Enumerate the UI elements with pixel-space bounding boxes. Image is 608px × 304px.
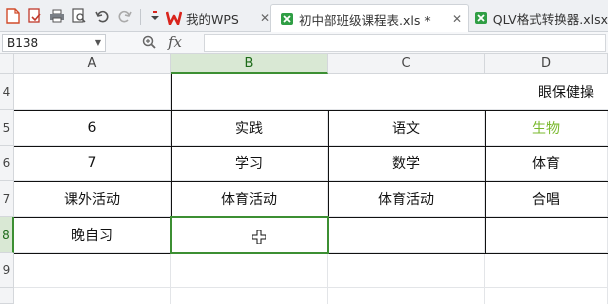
cell-d8[interactable] [485, 217, 608, 253]
convert-icon[interactable] [26, 7, 44, 25]
spreadsheet-file-icon [279, 11, 295, 27]
cell-c10[interactable] [328, 288, 485, 304]
column-header-b[interactable]: B [171, 54, 328, 74]
cell-b5[interactable]: 实践 [171, 110, 328, 146]
cell-d9[interactable] [485, 253, 608, 288]
select-all-corner[interactable] [0, 54, 14, 74]
column-header-a[interactable]: A [14, 54, 171, 74]
formula-input[interactable] [204, 34, 606, 52]
column-header-d[interactable]: D [485, 54, 608, 74]
cell-d6[interactable]: 体育 [485, 146, 608, 181]
cell-c6[interactable]: 数学 [328, 146, 485, 181]
print-preview-icon[interactable] [70, 7, 88, 25]
cell-a10[interactable] [14, 288, 171, 304]
row-header-9[interactable]: 9 [0, 253, 14, 288]
redo-icon[interactable] [116, 7, 134, 25]
cell-a8[interactable]: 晚自习 [14, 217, 171, 253]
new-file-icon[interactable] [4, 7, 22, 25]
spreadsheet-file-icon [474, 10, 489, 26]
name-box-value: B138 [7, 36, 39, 50]
cell-d4[interactable]: 眼保健操 [171, 74, 608, 110]
cell-b9[interactable] [171, 253, 328, 288]
cell-c9[interactable] [328, 253, 485, 288]
chevron-down-icon[interactable]: ▼ [95, 35, 101, 51]
cell-a9[interactable] [14, 253, 171, 288]
cell-a4[interactable] [14, 74, 171, 110]
zoom-search-icon[interactable] [142, 35, 156, 53]
cell-d5[interactable]: 生物 [485, 110, 608, 146]
cell-c5[interactable]: 语文 [328, 110, 485, 146]
column-header-c[interactable]: C [328, 54, 485, 74]
table-border [14, 181, 608, 182]
print-icon[interactable] [48, 7, 66, 25]
tab-course-schedule[interactable]: 初中部班级课程表.xls * ✕ [270, 4, 469, 33]
close-icon[interactable]: ✕ [260, 11, 270, 25]
cell-b7[interactable]: 体育活动 [171, 181, 328, 217]
cell-cursor-icon [251, 229, 267, 245]
row-header-5[interactable]: 5 [0, 110, 14, 146]
title-bar: 我的WPS ✕ 初中部班级课程表.xls * ✕ QLV格式转换器.xlsx [0, 0, 608, 33]
cell-a5[interactable]: 6 [14, 110, 171, 146]
spreadsheet-grid: A B C D 4 5 6 7 8 9 眼保健操 6 实践 语文 生物 7 学习… [0, 54, 608, 304]
customize-toolbar-icon[interactable] [146, 7, 164, 25]
row-header-4[interactable]: 4 [0, 74, 14, 110]
active-cell-selection [170, 216, 329, 254]
row-header-7[interactable]: 7 [0, 181, 14, 217]
row-header-8[interactable]: 8 [0, 217, 14, 253]
tab-label: QLV格式转换器.xlsx [492, 11, 608, 27]
tab-qlv-converter[interactable]: QLV格式转换器.xlsx [472, 4, 608, 32]
cell-d10[interactable] [485, 288, 608, 304]
tab-label: 初中部班级课程表.xls * [299, 12, 431, 28]
cell-c7[interactable]: 体育活动 [328, 181, 485, 217]
cell-d7[interactable]: 合唱 [485, 181, 608, 217]
table-border [14, 146, 608, 147]
undo-icon[interactable] [93, 7, 111, 25]
toolbar-separator [140, 9, 141, 25]
tab-my-wps[interactable]: 我的WPS ✕ [166, 4, 276, 32]
cell-a7[interactable]: 课外活动 [14, 181, 171, 217]
cell-b6[interactable]: 学习 [171, 146, 328, 181]
table-border [485, 110, 486, 253]
cell-b10[interactable] [171, 288, 328, 304]
table-border [14, 110, 608, 111]
name-box[interactable]: B138 ▼ [2, 34, 106, 52]
cell-c8[interactable] [328, 217, 485, 253]
cell-a6[interactable]: 7 [14, 146, 171, 181]
row-header-10[interactable] [0, 288, 14, 304]
wps-logo-icon [166, 10, 182, 26]
tab-label: 我的WPS [186, 11, 239, 27]
formula-bar: B138 ▼ fx [0, 32, 608, 54]
close-icon[interactable]: ✕ [452, 12, 462, 26]
row-header-6[interactable]: 6 [0, 146, 14, 181]
insert-function-button[interactable]: fx [168, 33, 182, 51]
